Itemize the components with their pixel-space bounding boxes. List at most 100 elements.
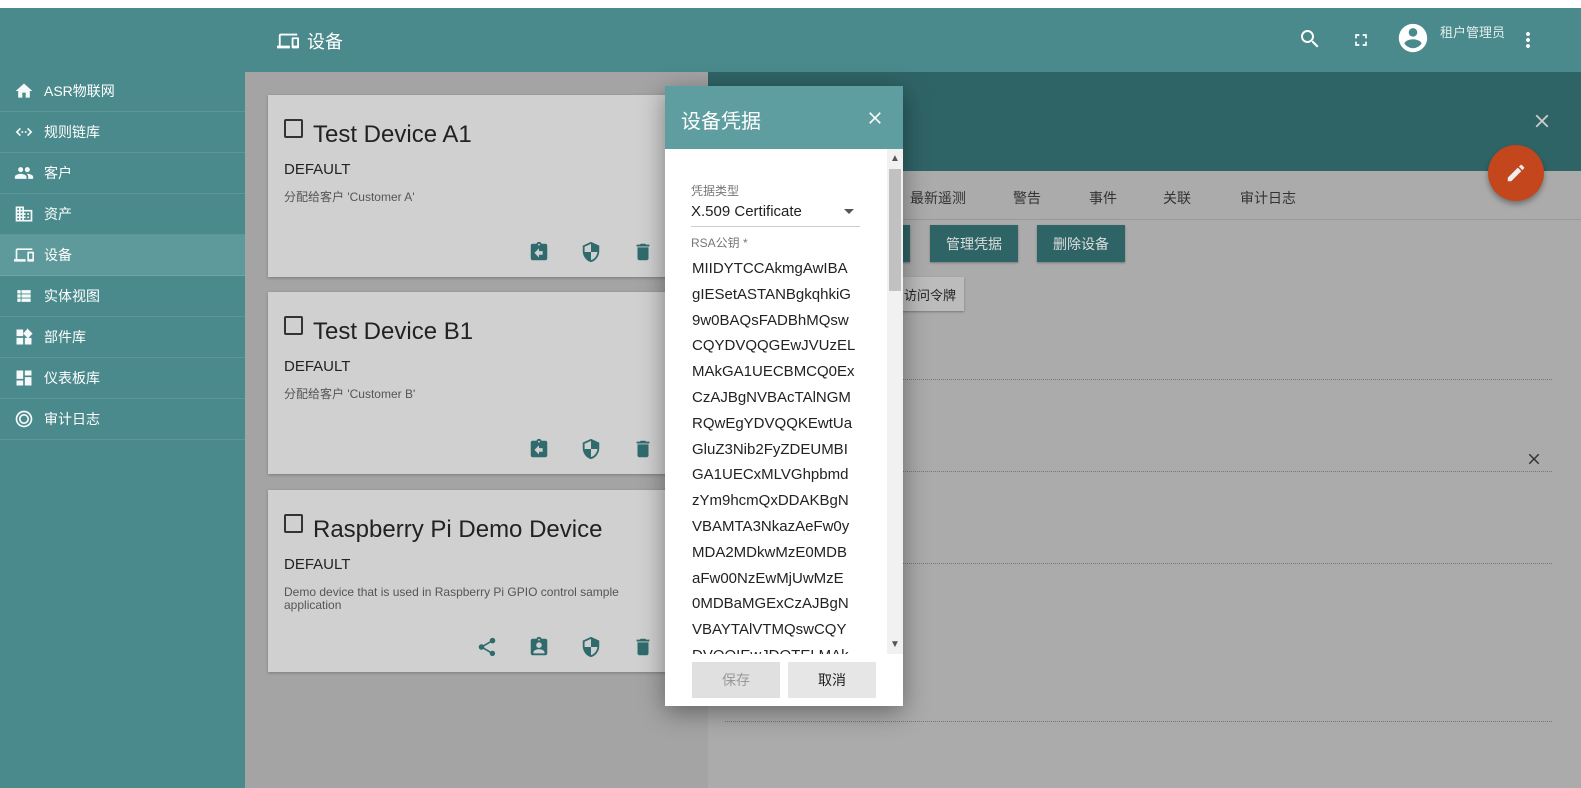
tab-relations[interactable]: 关联 <box>1163 188 1191 208</box>
close-icon[interactable] <box>865 108 885 128</box>
field-divider <box>725 721 1552 722</box>
sidebar-item-label: ASR物联网 <box>44 83 115 99</box>
delete-icon[interactable] <box>632 636 656 660</box>
device-list: Test Device A1 DEFAULT 分配给客户 'Customer A… <box>245 72 708 788</box>
assets-icon <box>14 204 34 224</box>
tab-alarms[interactable]: 警告 <box>1013 188 1041 208</box>
rsa-key-line: GA1UECxMLVGhpbmd <box>692 466 849 484</box>
dialog-scrollbar[interactable]: ▲ ▼ <box>887 149 903 654</box>
customers-icon <box>14 163 34 183</box>
dialog-header: 设备凭据 <box>665 86 903 149</box>
sidebar-item-audit-logs[interactable]: 审计日志 <box>0 399 245 440</box>
device-card[interactable]: Raspberry Pi Demo Device DEFAULT Demo de… <box>268 490 688 672</box>
tab-events[interactable]: 事件 <box>1089 188 1117 208</box>
more-vert-icon[interactable] <box>1516 28 1540 52</box>
rsa-key-line: zYm9hcmQxDDAKBgN <box>692 492 849 510</box>
tab-audit-logs[interactable]: 审计日志 <box>1240 188 1296 208</box>
top-strip <box>0 0 1581 8</box>
sidebar-item-home[interactable]: ASR物联网 <box>0 71 245 112</box>
rsa-key-line: CQYDVQQGEwJVUzEL <box>692 337 856 355</box>
assign-user-icon[interactable] <box>528 636 552 660</box>
fullscreen-icon[interactable] <box>1351 30 1371 50</box>
device-desc: Demo device that is used in Raspberry Pi… <box>284 585 619 612</box>
device-checkbox[interactable] <box>284 119 303 138</box>
device-type: DEFAULT <box>284 161 351 178</box>
delete-icon[interactable] <box>632 241 656 265</box>
shield-icon[interactable] <box>580 438 604 462</box>
sidebar-item-label: 资产 <box>44 206 72 222</box>
delete-device-button[interactable]: 删除设备 <box>1037 225 1125 262</box>
scrollbar-thumb[interactable] <box>889 169 901 291</box>
dialog-title: 设备凭据 <box>681 111 761 133</box>
sidebar-item-devices[interactable]: 设备 <box>0 235 245 276</box>
sidebar-item-customers[interactable]: 客户 <box>0 153 245 194</box>
app: ASR物联网 规则链库 客户 资产 设备 实体视图 部件库 仪表板库 审计日志 … <box>0 8 1581 788</box>
rsa-key-line: gIESetASTANBgkqhkiG <box>692 285 851 303</box>
device-name: Raspberry Pi Demo Device <box>313 516 603 543</box>
device-credentials-dialog: 设备凭据 凭据类型 X.509 Certificate RSA公钥 * MIID… <box>665 86 903 706</box>
chevron-down-icon <box>844 209 854 214</box>
sidebar-item-widgets[interactable]: 部件库 <box>0 317 245 358</box>
sidebar-item-assets[interactable]: 资产 <box>0 194 245 235</box>
rsa-key-line: CzAJBgNVBAcTAlNGM <box>692 388 851 406</box>
dashboard-icon <box>14 368 34 388</box>
device-desc: 分配给客户 'Customer B' <box>284 387 416 401</box>
manage-credentials-button[interactable]: 管理凭据 <box>930 225 1018 262</box>
credential-type-label: 凭据类型 <box>691 184 740 198</box>
sidebar-item-dashboards[interactable]: 仪表板库 <box>0 358 245 399</box>
scroll-down-icon[interactable]: ▼ <box>890 639 900 650</box>
close-icon[interactable] <box>1525 450 1543 468</box>
device-desc: 分配给客户 'Customer A' <box>284 190 415 204</box>
sidebar: ASR物联网 规则链库 客户 资产 设备 实体视图 部件库 仪表板库 审计日志 <box>0 8 245 788</box>
rsa-key-line: VBAMTA3NkazAeFw0y <box>692 517 850 535</box>
sidebar-item-label: 审计日志 <box>44 411 100 427</box>
cancel-button[interactable]: 取消 <box>788 662 876 698</box>
scroll-up-icon[interactable]: ▲ <box>890 153 900 164</box>
device-type: DEFAULT <box>284 556 351 573</box>
page-title: 设备 <box>277 28 343 54</box>
device-checkbox[interactable] <box>284 514 303 533</box>
avatar[interactable] <box>1396 21 1430 55</box>
widgets-icon <box>14 327 34 347</box>
devices-icon <box>14 245 34 265</box>
assign-icon[interactable] <box>528 241 552 265</box>
rule-chain-icon <box>14 122 34 142</box>
sidebar-item-entity-views[interactable]: 实体视图 <box>0 276 245 317</box>
rsa-key-line: MAkGA1UECBMCQ0Ex <box>692 363 855 381</box>
rsa-key-line: DVQQIEwJDQTELMAk <box>692 643 862 654</box>
device-card[interactable]: Test Device A1 DEFAULT 分配给客户 'Customer A… <box>268 95 688 277</box>
sidebar-item-label: 设备 <box>44 247 72 263</box>
sidebar-item-label: 客户 <box>44 165 72 181</box>
device-name: Test Device B1 <box>313 318 474 345</box>
device-card[interactable]: Test Device B1 DEFAULT 分配给客户 'Customer B… <box>268 292 688 474</box>
entity-view-icon <box>14 286 34 306</box>
device-checkbox[interactable] <box>284 316 303 335</box>
rsa-key-line: GluZ3Nib2FyZDEUMBI <box>692 440 848 458</box>
credential-type-select[interactable]: X.509 Certificate <box>691 203 860 227</box>
rsa-key-textarea[interactable]: MIIDYTCCAkmgAwIBA gIESetASTANBgkqhkiG 9w… <box>692 256 862 654</box>
edit-fab-button[interactable] <box>1488 145 1544 201</box>
save-button[interactable]: 保存 <box>692 662 780 698</box>
tab-latest-telemetry[interactable]: 最新遥测 <box>910 188 966 208</box>
device-name: Test Device A1 <box>313 121 472 148</box>
page-title-text: 设备 <box>307 32 343 52</box>
rsa-key-line: aFw00NzEwMjUwMzE <box>692 569 844 587</box>
close-icon[interactable] <box>1531 110 1553 132</box>
dialog-body: 凭据类型 X.509 Certificate RSA公钥 * MIIDYTCCA… <box>665 149 903 654</box>
rsa-key-line: 9w0BAQsFADBhMQsw <box>692 311 849 329</box>
device-type: DEFAULT <box>284 358 351 375</box>
sidebar-item-rule-chains[interactable]: 规则链库 <box>0 112 245 153</box>
sidebar-item-label: 部件库 <box>44 329 86 345</box>
sidebar-item-label: 规则链库 <box>44 124 100 140</box>
assign-icon[interactable] <box>528 438 552 462</box>
user-name: 租户管理员 <box>1440 25 1506 40</box>
sidebar-item-label: 实体视图 <box>44 288 100 304</box>
rsa-key-line: MIIDYTCCAkmgAwIBA <box>692 260 848 277</box>
shield-icon[interactable] <box>580 636 604 660</box>
audit-log-icon <box>14 409 34 429</box>
share-icon[interactable] <box>476 636 500 660</box>
main-content: Test Device A1 DEFAULT 分配给客户 'Customer A… <box>245 72 1581 788</box>
delete-icon[interactable] <box>632 438 656 462</box>
shield-icon[interactable] <box>580 241 604 265</box>
search-icon[interactable] <box>1298 27 1322 51</box>
